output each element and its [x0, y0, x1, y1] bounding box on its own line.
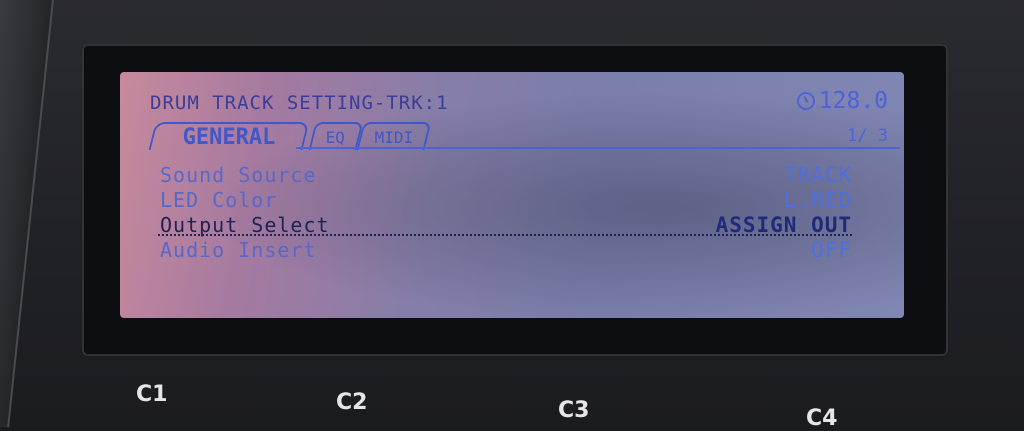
- tab-underline: [296, 147, 900, 149]
- page-indicator: 1/ 3: [847, 126, 888, 146]
- tab-bar: GENERAL EQ MIDI 1/ 3: [146, 122, 900, 152]
- metronome-icon: [796, 92, 815, 110]
- parameter-list: Sound Source TRACK LED Color L.RED Outpu…: [152, 162, 852, 262]
- knob-label-c2: C2: [336, 390, 368, 415]
- param-value: L.RED: [783, 187, 852, 212]
- knob-label-c3: C3: [558, 398, 590, 423]
- param-label: Sound Source: [160, 162, 317, 187]
- param-value: OFF: [811, 237, 852, 262]
- knob-label-c4: C4: [806, 406, 838, 431]
- tab-general[interactable]: GENERAL: [148, 122, 310, 150]
- tempo-value: 128.0: [818, 88, 888, 114]
- tab-eq[interactable]: EQ: [308, 122, 364, 150]
- page-title: DRUM TRACK SETTING-TRK:1: [150, 92, 449, 114]
- param-value: TRACK: [783, 162, 852, 187]
- param-value: ASSIGN OUT: [715, 212, 852, 237]
- param-label: Audio Insert: [160, 237, 317, 262]
- param-label: LED Color: [160, 187, 278, 212]
- tab-midi[interactable]: MIDI: [356, 122, 432, 150]
- param-row-led-color[interactable]: LED Color L.RED: [152, 187, 852, 212]
- screen-header: DRUM TRACK SETTING-TRK:1 128.0: [146, 88, 896, 114]
- knob-labels: C1 C2 C3 C4: [0, 360, 1024, 431]
- param-row-audio-insert[interactable]: Audio Insert OFF: [152, 237, 852, 262]
- device-panel: DRUM TRACK SETTING-TRK:1 128.0 GENERAL E…: [0, 0, 1024, 431]
- param-label: Output Select: [160, 212, 330, 237]
- tempo-display: 128.0: [796, 88, 888, 114]
- param-row-output-select[interactable]: Output Select ASSIGN OUT: [152, 212, 852, 237]
- param-row-sound-source[interactable]: Sound Source TRACK: [152, 162, 852, 187]
- knob-label-c1: C1: [136, 382, 168, 407]
- lcd-screen: DRUM TRACK SETTING-TRK:1 128.0 GENERAL E…: [120, 72, 904, 318]
- screen-bezel: DRUM TRACK SETTING-TRK:1 128.0 GENERAL E…: [82, 44, 948, 356]
